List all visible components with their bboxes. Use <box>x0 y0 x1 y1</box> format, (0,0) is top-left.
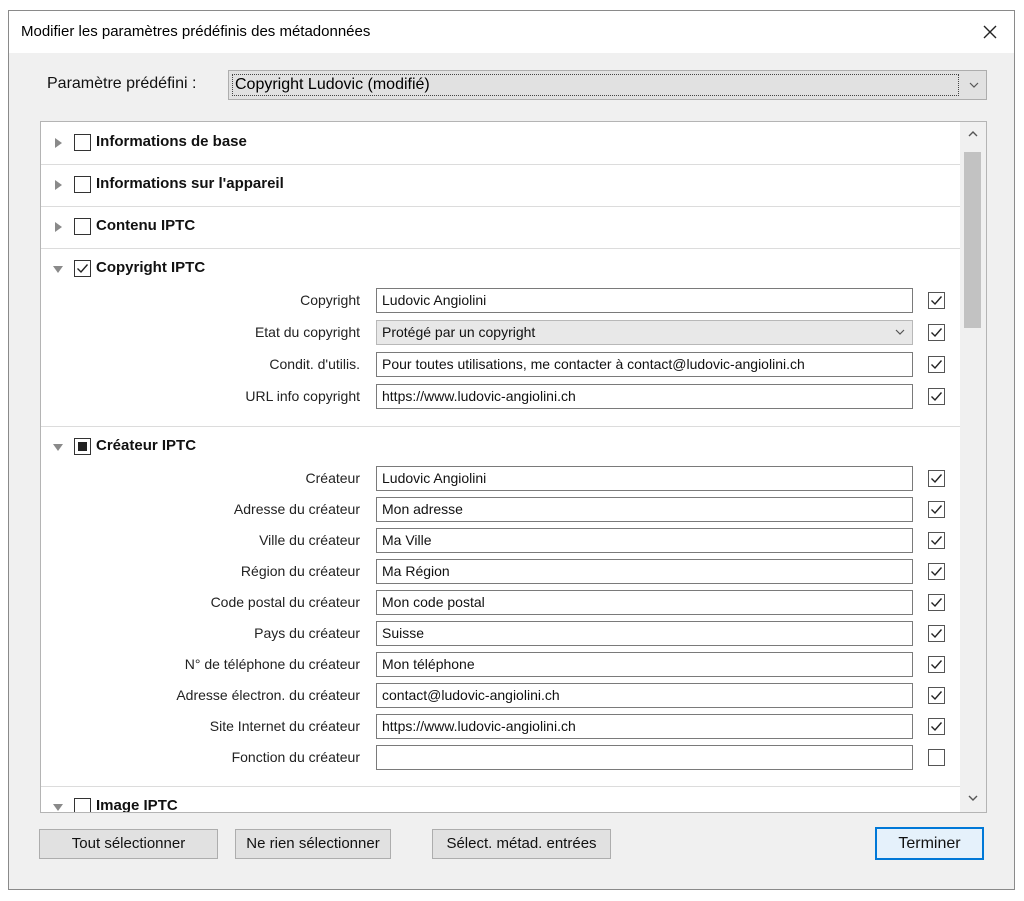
dialog-title: Modifier les paramètres prédéfinis des m… <box>21 23 371 40</box>
section-checkbox[interactable] <box>74 134 91 151</box>
field-checkbox[interactable] <box>928 656 945 673</box>
field-input[interactable]: Ludovic Angiolini <box>376 466 913 491</box>
field-label: Code postal du créateur <box>210 594 360 610</box>
close-icon[interactable] <box>974 17 1006 47</box>
section-divider <box>41 164 960 165</box>
field-input[interactable]: Mon téléphone <box>376 652 913 677</box>
field-label: Adresse du créateur <box>233 501 360 517</box>
triangle-right-icon[interactable] <box>52 221 64 233</box>
field-checkbox[interactable] <box>928 356 945 373</box>
preset-value: Copyright Ludovic (modifié) <box>232 74 959 96</box>
section-divider <box>41 426 960 427</box>
field-value: Mon téléphone <box>382 656 475 672</box>
field-input[interactable]: Ma Région <box>376 559 913 584</box>
field-input[interactable] <box>376 745 913 770</box>
field-checkbox[interactable] <box>928 625 945 642</box>
section-checkbox[interactable] <box>74 176 91 193</box>
field-value: Suisse <box>382 625 425 641</box>
field-input[interactable]: Suisse <box>376 621 913 646</box>
section-title[interactable]: Copyright IPTC <box>96 259 205 276</box>
field-checkbox[interactable] <box>928 718 945 735</box>
field-label: Région du créateur <box>240 563 360 579</box>
field-checkbox[interactable] <box>928 470 945 487</box>
field-value: https://www.ludovic-angiolini.ch <box>382 388 576 404</box>
triangle-down-icon[interactable] <box>52 441 64 453</box>
field-value: Mon code postal <box>382 594 485 610</box>
triangle-down-icon[interactable] <box>52 801 64 812</box>
done-button[interactable]: Terminer <box>875 827 984 860</box>
field-input[interactable]: https://www.ludovic-angiolini.ch <box>376 714 913 739</box>
section-checkbox[interactable] <box>74 260 91 277</box>
title-bar: Modifier les paramètres prédéfinis des m… <box>9 11 1014 53</box>
field-checkbox[interactable] <box>928 532 945 549</box>
chevron-down-icon <box>895 329 905 335</box>
metadata-preset-dialog: Modifier les paramètres prédéfinis des m… <box>8 10 1015 890</box>
section-title[interactable]: Créateur IPTC <box>96 437 196 454</box>
field-label: Adresse électron. du créateur <box>176 687 360 703</box>
section-divider <box>41 206 960 207</box>
scroll-down-icon[interactable] <box>965 790 981 806</box>
vertical-scrollbar[interactable] <box>960 122 986 812</box>
field-value: Mon adresse <box>382 501 463 517</box>
field-input[interactable]: https://www.ludovic-angiolini.ch <box>376 384 913 409</box>
field-checkbox[interactable] <box>928 292 945 309</box>
field-checkbox[interactable] <box>928 388 945 405</box>
field-label: Site Internet du créateur <box>209 718 360 734</box>
field-value: Ludovic Angiolini <box>382 292 487 308</box>
field-value: https://www.ludovic-angiolini.ch <box>382 718 576 734</box>
field-input[interactable]: contact@ludovic-angiolini.ch <box>376 683 913 708</box>
triangle-right-icon[interactable] <box>52 137 64 149</box>
field-input[interactable]: Pour toutes utilisations, me contacter à… <box>376 352 913 377</box>
scroll-up-icon[interactable] <box>965 126 981 142</box>
field-checkbox[interactable] <box>928 563 945 580</box>
field-label: Créateur <box>305 470 360 486</box>
field-input[interactable]: Ludovic Angiolini <box>376 288 913 313</box>
section-divider <box>41 786 960 787</box>
section-title[interactable]: Contenu IPTC <box>96 217 195 234</box>
section-title[interactable]: Informations sur l'appareil <box>96 175 284 192</box>
field-label: URL info copyright <box>245 388 360 404</box>
metadata-sections: Informations de base Informations sur l'a… <box>41 122 960 812</box>
section-checkbox[interactable] <box>74 438 91 455</box>
field-dropdown[interactable]: Protégé par un copyright <box>376 320 913 345</box>
preset-label: Paramètre prédéfini : <box>47 75 197 92</box>
scroll-thumb[interactable] <box>964 152 981 328</box>
field-input[interactable]: Mon code postal <box>376 590 913 615</box>
triangle-right-icon[interactable] <box>52 179 64 191</box>
field-label: Ville du créateur <box>259 532 360 548</box>
chevron-down-icon <box>969 82 979 88</box>
field-checkbox[interactable] <box>928 749 945 766</box>
field-value: Ma Région <box>382 563 450 579</box>
field-value: contact@ludovic-angiolini.ch <box>382 687 560 703</box>
field-checkbox[interactable] <box>928 594 945 611</box>
field-input[interactable]: Mon adresse <box>376 497 913 522</box>
section-checkbox[interactable] <box>74 798 91 812</box>
field-value: Ludovic Angiolini <box>382 470 487 486</box>
section-divider <box>41 248 960 249</box>
field-checkbox[interactable] <box>928 687 945 704</box>
field-checkbox[interactable] <box>928 501 945 518</box>
field-label: Fonction du créateur <box>231 749 360 765</box>
field-label: Etat du copyright <box>254 324 360 340</box>
select-none-button[interactable]: Ne rien sélectionner <box>235 829 391 859</box>
select-all-button[interactable]: Tout sélectionner <box>39 829 218 859</box>
metadata-panel: Informations de base Informations sur l'a… <box>40 121 987 813</box>
field-value: Protégé par un copyright <box>382 324 536 340</box>
field-label: Copyright <box>300 292 360 308</box>
section-title[interactable]: Image IPTC <box>96 797 178 812</box>
triangle-down-icon[interactable] <box>52 263 64 275</box>
field-label: N° de téléphone du créateur <box>184 656 360 672</box>
field-label: Pays du créateur <box>254 625 360 641</box>
section-checkbox[interactable] <box>74 218 91 235</box>
preset-dropdown[interactable]: Copyright Ludovic (modifié) <box>228 70 987 100</box>
field-value: Ma Ville <box>382 532 432 548</box>
field-input[interactable]: Ma Ville <box>376 528 913 553</box>
field-checkbox[interactable] <box>928 324 945 341</box>
section-title[interactable]: Informations de base <box>96 133 247 150</box>
select-entered-button[interactable]: Sélect. métad. entrées <box>432 829 611 859</box>
field-label: Condit. d'utilis. <box>269 356 360 372</box>
field-value: Pour toutes utilisations, me contacter à… <box>382 356 805 372</box>
